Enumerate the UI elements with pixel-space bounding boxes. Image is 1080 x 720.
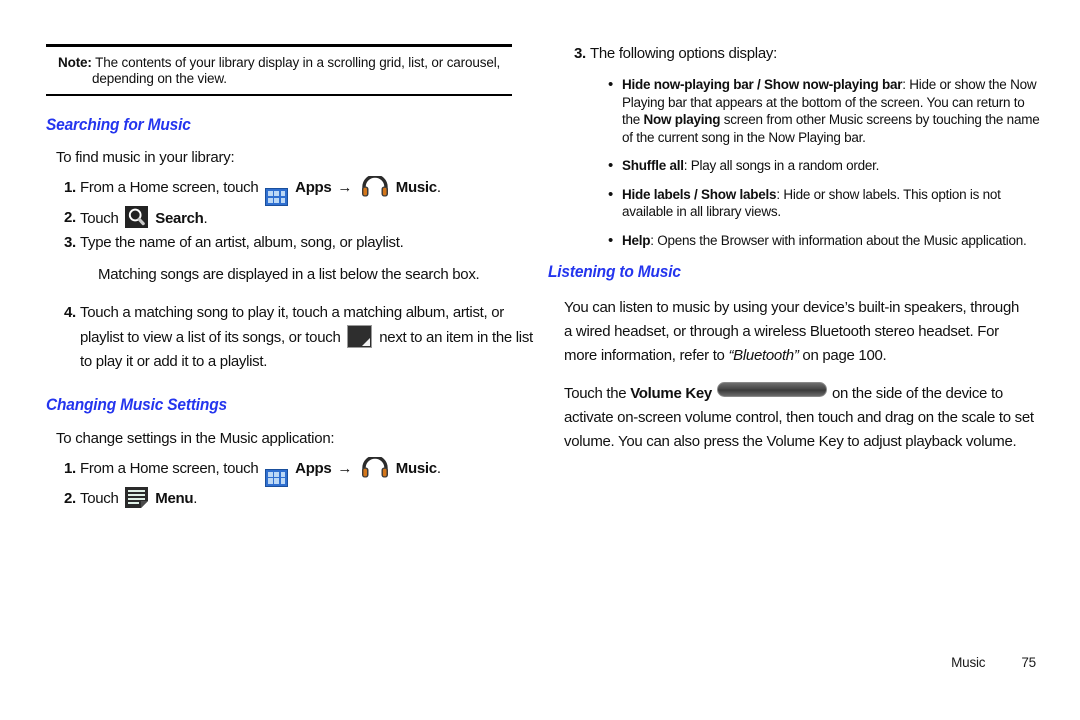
volume-key-paragraph: Touch the Volume Key on the side of the d… xyxy=(556,382,1036,454)
note-body: The contents of your library display in … xyxy=(92,55,501,86)
bullet-dot-icon: • xyxy=(608,231,614,249)
step-number: 2. xyxy=(64,208,76,226)
volume-key-label: Volume Key xyxy=(630,385,712,402)
step-item: 4. Touch a matching song to play it, tou… xyxy=(46,301,536,374)
step-pre-text: Touch xyxy=(80,209,119,227)
step-continuation: Matching songs are displayed in a list b… xyxy=(98,265,480,283)
volume-pre-text: Touch the xyxy=(564,385,631,402)
bullet-dot-icon: • xyxy=(608,76,614,93)
apps-label: Apps xyxy=(295,179,332,196)
list-item: • Hide labels / Show labels: Hide or sho… xyxy=(556,186,1046,221)
steps-searching: 1. From a Home screen, touch Apps → Musi xyxy=(46,176,536,374)
footer-page-number: 75 xyxy=(1021,655,1036,670)
bullet-dot-icon: • xyxy=(608,185,614,203)
option-term: Shuffle all xyxy=(622,158,684,173)
option-desc-bold: Now playing xyxy=(643,112,721,127)
note-text: Note: The contents of your library displ… xyxy=(58,55,510,87)
headphones-music-icon[interactable] xyxy=(361,176,389,197)
bullet-dot-icon: • xyxy=(608,157,614,174)
arrow-icon: → xyxy=(337,179,353,196)
option-text: Shuffle all: Play all songs in a random … xyxy=(622,157,1046,175)
listening-paragraph: You can listen to music by using your de… xyxy=(556,296,1030,368)
heading-listening-to-music: Listening to Music xyxy=(548,263,681,281)
search-icon[interactable] xyxy=(125,205,149,228)
step-text: The following options display: xyxy=(590,45,777,62)
step-item: 1. From a Home screen, touch Apps → Musi xyxy=(46,456,536,487)
step-post-text: . xyxy=(193,489,198,507)
context-corner-icon[interactable] xyxy=(347,324,373,348)
option-text: Hide now-playing bar / Show now-playing … xyxy=(622,76,1046,146)
step-number: 1. xyxy=(64,179,76,196)
option-text: Help: Opens the Browser with information… xyxy=(622,232,1046,250)
option-term: Help xyxy=(622,232,651,248)
page-footer: Music 75 xyxy=(556,655,1036,670)
manual-page: Note: The contents of your library displ… xyxy=(0,0,1080,720)
apps-label: Apps xyxy=(295,459,332,477)
step-number: 2. xyxy=(64,489,76,507)
left-column: Note: The contents of your library displ… xyxy=(46,0,536,511)
step-pre-text: From a Home screen, touch xyxy=(80,179,259,196)
step-number: 3. xyxy=(64,233,76,251)
lead-searching: To find music in your library: xyxy=(56,149,235,166)
option-desc-a: : Play all songs in a random order. xyxy=(683,158,880,173)
headphones-music-icon[interactable] xyxy=(361,456,389,478)
note-box: Note: The contents of your library displ… xyxy=(46,44,512,96)
apps-grid-icon[interactable] xyxy=(265,468,289,487)
options-list: • Hide now-playing bar / Show now-playin… xyxy=(556,76,1046,249)
step-text: From a Home screen, touch Apps → Music. xyxy=(80,456,536,487)
option-text: Hide labels / Show labels: Hide or show … xyxy=(622,186,1046,221)
step-text: Touch a matching song to play it, touch … xyxy=(80,301,536,374)
heading-changing-music-settings: Changing Music Settings xyxy=(46,395,227,414)
list-item: • Hide now-playing bar / Show now-playin… xyxy=(556,76,1046,146)
arrow-icon: → xyxy=(337,459,353,477)
section-listening-to-music: Listening to Music You can listen to mus… xyxy=(548,263,1046,454)
listening-para-b: on page 100. xyxy=(798,347,887,364)
step-text: From a Home screen, touch Apps → Music. xyxy=(80,176,536,206)
footer-section-label: Music xyxy=(951,655,986,670)
lead-changing: To change settings in the Music applicat… xyxy=(56,429,335,447)
step-number: 3. xyxy=(574,45,586,62)
steps-changing: 1. From a Home screen, touch Apps → Musi xyxy=(46,456,536,511)
step-post-text: . xyxy=(436,179,441,196)
option-term: Hide now-playing bar / Show now-playing … xyxy=(622,77,903,92)
list-item: • Shuffle all: Play all songs in a rando… xyxy=(556,157,1046,175)
volume-key-icon[interactable] xyxy=(716,382,827,397)
bluetooth-reference: “Bluetooth” xyxy=(728,347,799,364)
step-post-text: . xyxy=(436,459,441,477)
options-block: 3. The following options display: • Hide… xyxy=(556,42,1046,249)
section-searching-for-music: Searching for Music To find music in you… xyxy=(46,116,536,374)
step-text: Type the name of an artist, album, song,… xyxy=(80,233,404,251)
search-label: Search xyxy=(155,209,204,227)
step-number: 1. xyxy=(64,459,76,477)
music-label: Music xyxy=(395,459,437,477)
step-post-text: . xyxy=(203,209,208,227)
step-item: 2. Touch Menu. xyxy=(46,486,536,511)
step-pre-text: Touch xyxy=(80,489,119,507)
menu-icon[interactable] xyxy=(125,486,149,508)
note-label: Note: xyxy=(58,55,92,70)
step-item: 1. From a Home screen, touch Apps → Musi xyxy=(46,176,536,206)
step-item: 3. Type the name of an artist, album, so… xyxy=(46,231,536,255)
heading-searching-for-music: Searching for Music xyxy=(46,116,191,134)
music-label: Music xyxy=(395,179,437,196)
step-number: 4. xyxy=(64,303,76,321)
option-desc-a: : Opens the Browser with information abo… xyxy=(650,232,1027,248)
step-text: Touch Menu. xyxy=(80,486,536,511)
section-changing-music-settings: Changing Music Settings To change settin… xyxy=(46,396,536,511)
step-text: Touch Search. xyxy=(80,205,536,231)
apps-grid-icon[interactable] xyxy=(265,187,289,206)
list-item: • Help: Opens the Browser with informati… xyxy=(556,232,1046,250)
step-item: 2. Touch Search. xyxy=(46,205,536,231)
menu-label: Menu xyxy=(155,489,194,507)
step-item: 3. The following options display: xyxy=(556,42,1046,66)
step-pre-text: From a Home screen, touch xyxy=(80,459,259,477)
option-term: Hide labels / Show labels xyxy=(622,186,777,202)
right-column: 3. The following options display: • Hide… xyxy=(548,0,1046,454)
